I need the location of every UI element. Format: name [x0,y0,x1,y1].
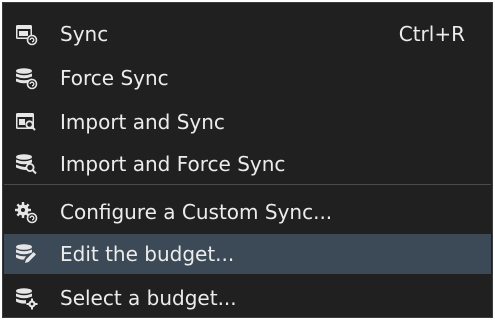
import-sync-window-icon [14,110,38,134]
menu-item-import-and-force-sync[interactable]: Import and Force Sync [4,144,491,184]
menu-item-import-and-sync[interactable]: Import and Sync [4,102,491,142]
configure-gears-icon [14,200,38,224]
menu-item-configure-custom-sync[interactable]: Configure a Custom Sync... [4,192,491,232]
shortcut-label: Ctrl+R [398,22,465,46]
force-sync-database-icon [14,66,38,90]
edit-budget-icon [14,242,38,266]
sync-window-icon [14,22,38,46]
menu-item-force-sync[interactable]: Force Sync [4,58,491,98]
menu-item-label: Edit the budget... [60,242,235,266]
select-budget-icon [14,286,38,310]
menu-separator [4,184,491,185]
menu-item-label: Configure a Custom Sync... [60,200,333,224]
menu-item-label: Sync [60,22,109,46]
menu-item-edit-budget[interactable]: Edit the budget... [4,234,491,274]
menu-item-sync[interactable]: Sync Ctrl+R [4,14,491,54]
menu-item-select-budget[interactable]: Select a budget... [4,278,491,318]
import-force-sync-database-icon [14,152,38,176]
menu-item-label: Import and Sync [60,110,225,134]
context-menu: Sync Ctrl+R Force Sync Import and Sync I… [2,2,493,318]
menu-item-label: Import and Force Sync [60,152,286,176]
menu-item-label: Force Sync [60,66,169,90]
menu-item-label: Select a budget... [60,286,237,310]
